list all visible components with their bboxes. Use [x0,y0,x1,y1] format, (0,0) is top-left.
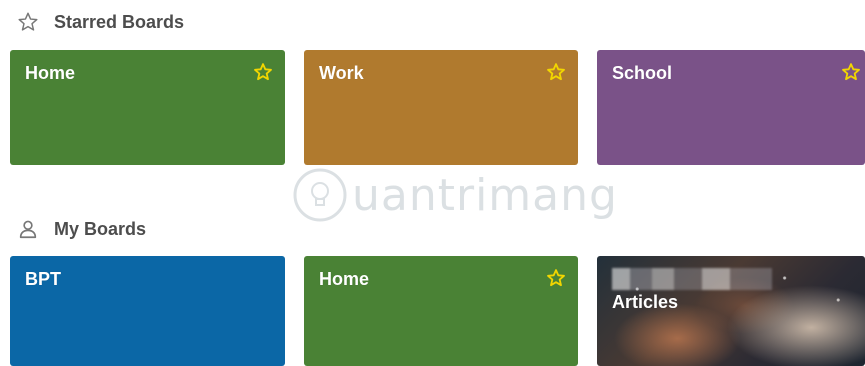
board-tile-home[interactable]: Home [304,256,578,366]
board-title: Articles [612,292,679,312]
lightbulb-icon [293,168,347,222]
watermark-logo: uantrimang [292,160,618,230]
star-icon[interactable] [546,268,566,288]
watermark-text: uantrimang [352,169,618,221]
board-tile-bpt[interactable]: BPT [10,256,285,366]
board-tile-articles[interactable]: Articles [597,256,865,366]
person-icon [16,217,40,241]
star-outline-icon [16,10,40,34]
section-title-starred: Starred Boards [54,11,185,32]
board-title: Home [25,63,76,83]
star-icon[interactable] [546,62,566,82]
board-title: BPT [25,269,61,289]
blurred-text [612,268,772,290]
star-icon[interactable] [253,62,273,82]
board-title: Home [319,269,370,289]
board-title: Work [319,63,364,83]
board-tile-work[interactable]: Work [304,50,578,165]
star-icon[interactable] [841,62,861,82]
board-title: School [612,63,673,83]
board-tile-school[interactable]: School [597,50,865,165]
my-boards-header: My Boards [16,216,146,242]
section-title-my-boards: My Boards [54,218,147,239]
board-tile-home-starred[interactable]: Home [10,50,285,165]
starred-boards-header: Starred Boards [16,9,184,35]
